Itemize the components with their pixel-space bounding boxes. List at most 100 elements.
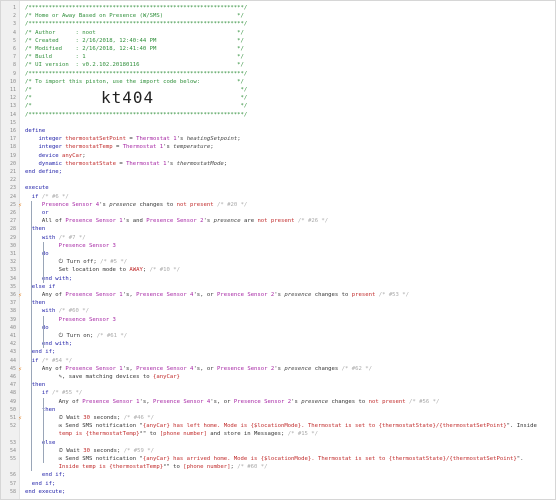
token-var: thermostatState — [65, 160, 116, 167]
token-dev[interactable]: Presence Sensor 4 — [136, 366, 193, 372]
token-plain: ⏲ Wait — [25, 415, 84, 421]
token-var: not present — [257, 218, 295, 225]
token-plain: 's — [291, 398, 302, 405]
token-plain: ". Inside — [506, 423, 537, 430]
code-text: end execute; — [25, 488, 65, 497]
token-dev[interactable]: Thermostat 1 — [126, 161, 166, 167]
token-dim: /* #61 */ — [96, 333, 128, 339]
token-dev[interactable]: Presence Sensor 2 — [217, 366, 274, 372]
token-plain: seconds; — [90, 415, 124, 421]
token-cmt: /* Build : 1 */ — [25, 54, 244, 61]
token-var: {anyCar} has left home. Mode is {$locati… — [142, 423, 507, 430]
token-plain: 's — [203, 218, 214, 225]
token-kw: do — [25, 324, 49, 331]
token-plain: 's, or — [193, 365, 218, 372]
token-kw: do — [25, 251, 49, 257]
token-plain: ⏲ Wait — [25, 447, 84, 454]
token-var: Inside temp is {thermostatTemp} — [25, 464, 164, 471]
token-dev[interactable]: Presence Sensor 1 — [82, 399, 139, 405]
code-line: 58 end execute; — [1, 488, 555, 497]
token-dev[interactable]: Presence Sensor 4 — [136, 292, 193, 298]
token-dev[interactable]: Presence Sensor 2 — [217, 292, 274, 298]
token-var: [phone number] — [183, 464, 231, 471]
token-dev[interactable]: Presence Sensor 1 — [65, 292, 122, 298]
token-cmt: /* Home or Away Based on Presence (W/SMS… — [25, 13, 244, 20]
token-dev[interactable]: Presence Sensor 1 — [65, 218, 122, 224]
token-var: 30 — [83, 415, 90, 421]
token-dev[interactable]: Presence Sensor 4 — [153, 399, 210, 405]
token-plain: seconds; — [90, 447, 124, 454]
token-dev[interactable]: Presence Sensor 3 — [25, 317, 116, 323]
token-plain: are — [240, 218, 258, 225]
token-plain: = — [126, 136, 137, 143]
token-kw: else if — [25, 283, 56, 290]
token-dev[interactable]: Presence Sensor 4 — [25, 202, 99, 208]
token-plain: 's — [274, 365, 285, 372]
token-dim: /* #60 */ — [237, 464, 268, 471]
token-var: 30 — [83, 447, 90, 454]
token-kw: define — [25, 128, 46, 134]
token-kw: device — [25, 152, 63, 159]
token-kw: end execute; — [25, 488, 66, 495]
token-dim: /* #62 */ — [341, 365, 372, 372]
token-dev[interactable]: Thermostat 1 — [123, 144, 163, 150]
token-plain: ⏻ Turn off; — [25, 259, 101, 266]
token-plain: 's, — [139, 398, 154, 405]
token-plain: 's, or — [210, 398, 234, 405]
token-cmt: /***************************************… — [25, 111, 248, 118]
token-kw: end if; — [25, 472, 66, 479]
block-guide-line — [31, 200, 32, 365]
token-plain: 's, or — [193, 292, 218, 298]
block-guide-line — [43, 241, 44, 283]
token-plain: 's — [274, 292, 285, 298]
token-plain: ; — [142, 267, 150, 274]
token-dim: /* #20 */ — [213, 201, 248, 208]
token-plain: 's — [166, 160, 177, 167]
token-attr: presence — [284, 365, 312, 372]
token-var: not present — [176, 201, 214, 208]
token-attr: presence — [213, 218, 241, 225]
token-attr: presence — [301, 398, 329, 405]
token-dev[interactable]: Presence Sensor 1 — [65, 366, 122, 372]
token-kw: then — [25, 382, 46, 389]
token-kw: dynamic — [25, 160, 66, 167]
token-plain: °" to — [163, 464, 184, 471]
token-dev[interactable]: Presence Sensor 2 — [234, 399, 291, 405]
token-plain: 's — [99, 201, 110, 208]
token-plain: ; — [210, 144, 214, 151]
block-guide-line — [31, 364, 32, 472]
token-dim: /* #5 */ — [100, 259, 128, 266]
token-plain: Any of — [25, 398, 83, 405]
token-dim: /* #15 */ — [287, 431, 319, 438]
token-dim: /* #6 */ — [41, 193, 69, 200]
token-dim: /* #53 */ — [375, 292, 410, 298]
token-dev[interactable]: Presence Sensor 3 — [25, 243, 116, 249]
token-attr: heatingSetpoint — [186, 136, 238, 143]
token-kw: integer — [25, 144, 66, 151]
token-attr: temperature — [173, 144, 211, 151]
token-attr: presence — [109, 201, 137, 208]
token-cmt: /***************************************… — [25, 5, 248, 11]
token-dim: /* #46 */ — [123, 415, 154, 421]
token-cmt: /* Modified : 2/16/2018, 12:41:40 PM */ — [25, 46, 244, 52]
token-plain: ; — [237, 136, 241, 143]
token-var: not present — [368, 398, 406, 405]
token-dim: /* #59 */ — [123, 447, 154, 454]
token-kw: if — [25, 390, 52, 397]
token-kw: then — [25, 226, 46, 233]
token-kw: else — [25, 439, 56, 446]
token-plain: Set location mode to — [25, 267, 130, 274]
token-attr: presence — [284, 292, 312, 298]
token-plain: 's, — [122, 365, 137, 372]
token-plain: changes — [311, 365, 342, 372]
token-cmt: /***************************************… — [25, 21, 248, 28]
block-guide-line — [43, 315, 44, 349]
token-kw: integer — [25, 136, 66, 143]
token-dev[interactable]: Thermostat 1 — [136, 136, 176, 142]
line-number: 58 — [9, 488, 16, 495]
token-dim: /* #56 */ — [405, 398, 440, 405]
token-dev[interactable]: Presence Sensor 2 — [146, 218, 203, 224]
token-plain: changes to — [328, 398, 369, 405]
token-kw: then — [25, 300, 46, 307]
token-dim: /* #54 */ — [41, 357, 73, 364]
